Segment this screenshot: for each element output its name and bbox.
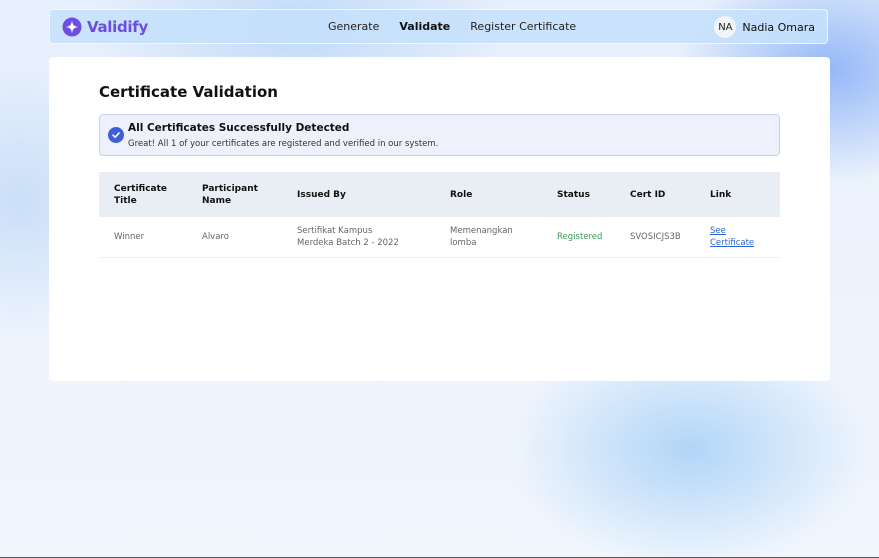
avatar: NA xyxy=(714,16,737,38)
alert-title: All Certificates Successfully Detected xyxy=(128,122,350,134)
top-navbar: Validify Generate Validate Register Cert… xyxy=(49,9,828,44)
cell-participant: Alvaro xyxy=(202,232,229,242)
header-participant-name: Participant Name xyxy=(202,183,258,206)
sparkle-logo-icon xyxy=(62,17,82,37)
brand-name: Validify xyxy=(87,18,148,36)
success-alert: All Certificates Successfully Detected G… xyxy=(99,114,780,156)
header-certificate-title: Certificate Title xyxy=(114,183,168,206)
table-row: Winner Alvaro Sertifikat Kampus Merdeka … xyxy=(99,217,780,258)
header-status: Status xyxy=(557,189,590,200)
header-role: Role xyxy=(450,189,473,200)
page-title: Certificate Validation xyxy=(99,83,278,101)
alert-message: Great! All 1 of your certificates are re… xyxy=(128,139,439,149)
header-issued-by: Issued By xyxy=(297,189,346,200)
certificates-table: Certificate Title Participant Name Issue… xyxy=(99,172,780,258)
header-link: Link xyxy=(710,189,732,200)
header-cert-id: Cert ID xyxy=(630,189,666,200)
check-circle-icon xyxy=(108,127,124,143)
nav-register-certificate[interactable]: Register Certificate xyxy=(470,20,576,33)
table-header: Certificate Title Participant Name Issue… xyxy=(99,172,780,217)
nav-validate[interactable]: Validate xyxy=(399,20,450,33)
nav-generate[interactable]: Generate xyxy=(328,20,379,33)
main-card: Certificate Validation All Certificates … xyxy=(49,57,830,381)
main-nav: Generate Validate Register Certificate xyxy=(328,20,576,33)
cell-cert-id: SVOSICJS3B xyxy=(630,232,681,242)
cell-role: Memenangkan lomba xyxy=(450,226,513,248)
status-badge: Registered xyxy=(557,232,603,242)
cell-title: Winner xyxy=(114,232,145,242)
see-certificate-link[interactable]: See Certificate xyxy=(710,226,754,248)
cell-issued-by: Sertifikat Kampus Merdeka Batch 2 - 2022 xyxy=(297,226,399,248)
user-menu[interactable]: NA Nadia Omara xyxy=(714,16,815,38)
user-name: Nadia Omara xyxy=(742,20,815,34)
brand-logo[interactable]: Validify xyxy=(62,17,148,37)
